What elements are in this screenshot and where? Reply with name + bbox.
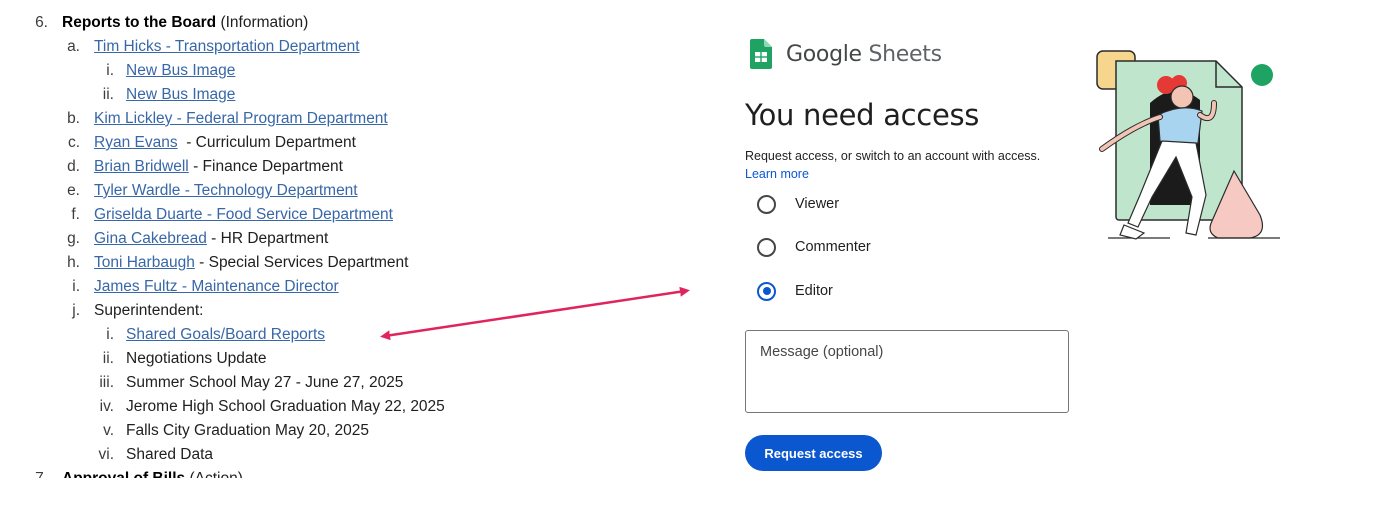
list-marker: 7. [22,467,48,478]
agenda-item-text: Shared Goals/Board Reports [126,323,325,347]
agenda-text: Superintendent: [94,302,204,319]
role-option-viewer[interactable]: Viewer [757,193,839,215]
sheets-logo-icon [750,39,772,69]
agenda-document: 6. Reports to the Board (Information) a. Ti… [0,0,700,478]
list-marker: ii. [102,350,114,367]
agenda-heading: Reports to the Board [62,14,217,31]
role-option-editor[interactable]: Editor [757,280,833,302]
list-marker: iv. [99,398,114,415]
list-marker: v. [103,422,114,439]
list-marker: iii. [99,374,114,391]
viewer-radio[interactable] [757,194,776,214]
message-field[interactable] [745,330,1069,413]
access-illustration [1096,50,1280,240]
agenda-link[interactable]: Tim Hicks - Transportation Department [94,38,360,55]
agenda-item-text: Shared Data [126,443,213,467]
agenda-text: Jerome High School Graduation May 22, 20… [126,398,445,415]
brand-product: Sheets [868,41,942,67]
agenda-link[interactable]: Gina Cakebread [94,230,207,247]
viewer-label: Viewer [795,196,840,212]
agenda-item-text: Reports to the Board (Information) [62,11,308,35]
request-access-button[interactable]: Request access [745,435,882,471]
list-marker: b. [67,110,80,127]
agenda-item-text: Jerome High School Graduation May 22, 20… [126,395,445,419]
commenter-radio[interactable] [757,237,776,257]
agenda-text: Negotiations Update [126,350,267,367]
list-marker: j. [72,302,80,319]
list-marker: a. [67,38,80,55]
agenda-link[interactable]: Ryan Evans [94,134,178,151]
google-sheets-brand: Google Sheets [750,38,942,70]
editor-radio[interactable] [757,281,776,301]
agenda-item-text: Negotiations Update [126,347,266,371]
list-marker: e. [67,182,80,199]
agenda-text: (Information) [216,14,309,31]
agenda-item-text: New Bus Image [126,83,235,107]
agenda-text: Summer School May 27 - June 27, 2025 [126,374,404,391]
agenda-item-text: Superintendent: [94,299,203,323]
agenda-link[interactable]: Toni Harbaugh [94,254,195,271]
agenda-text: Falls City Graduation May 20, 2025 [126,422,369,439]
agenda-item-text: Brian Bridwell - Finance Department [94,155,343,179]
agenda-item-text: Falls City Graduation May 20, 2025 [126,419,369,443]
agenda-text: - Special Services Department [194,254,409,271]
agenda-heading: Approval of Bills [62,470,185,478]
commenter-label: Commenter [795,239,871,255]
agenda-link[interactable]: New Bus Image [126,86,235,103]
agenda-text: - Finance Department [188,158,343,175]
agenda-link[interactable]: Shared Goals/Board Reports [126,326,325,343]
agenda-item-text: Tim Hicks - Transportation Department [94,35,360,59]
role-option-commenter[interactable]: Commenter [757,236,871,258]
list-marker: i. [106,326,114,343]
list-marker: f. [71,206,80,223]
list-marker: g. [67,230,80,247]
list-marker: i. [72,278,80,295]
agenda-link[interactable]: Brian Bridwell [94,158,189,175]
list-marker: vi. [98,446,115,463]
page-title: You need access [745,98,980,132]
editor-label: Editor [795,283,833,299]
brand-google: Google [786,41,862,67]
list-marker: 6. [35,14,48,31]
list-marker: c. [67,134,80,151]
list-marker: h. [67,254,80,271]
agenda-item-text: Gina Cakebread - HR Department [94,227,328,251]
agenda-link[interactable]: Kim Lickley - Federal Program Department [94,110,388,127]
agenda-item-text: Toni Harbaugh - Special Services Departm… [94,251,408,275]
brand-name: Google Sheets [786,42,942,67]
agenda-item-text: Tyler Wardle - Technology Department [94,179,358,203]
agenda-item-text: James Fultz - Maintenance Director [94,275,339,299]
agenda-item-text: Ryan Evans - Curriculum Department [94,131,356,155]
agenda-item-text: Summer School May 27 - June 27, 2025 [126,371,403,395]
agenda-text: (Action) [185,470,242,478]
agenda-item-text: Griselda Duarte - Food Service Departmen… [94,203,393,227]
agenda-link[interactable]: Griselda Duarte - Food Service Departmen… [94,206,393,223]
learn-more-link[interactable]: Learn more [745,167,809,181]
agenda-item-text: Approval of Bills (Action) [62,467,243,478]
agenda-text: Shared Data [126,446,214,463]
list-marker: d. [67,158,80,175]
green-dot-shape [1251,64,1273,86]
agenda-link[interactable]: New Bus Image [126,62,235,79]
list-marker: ii. [102,86,114,103]
agenda-text: - HR Department [206,230,329,247]
list-marker: i. [106,62,114,79]
agenda-item-text: New Bus Image [126,59,235,83]
agenda-link[interactable]: James Fultz - Maintenance Director [94,278,339,295]
access-description: Request access, or switch to an account … [745,149,1041,163]
agenda-item-text: Kim Lickley - Federal Program Department [94,107,388,131]
agenda-link[interactable]: Tyler Wardle - Technology Department [94,182,358,199]
agenda-text: - Curriculum Department [177,134,356,151]
